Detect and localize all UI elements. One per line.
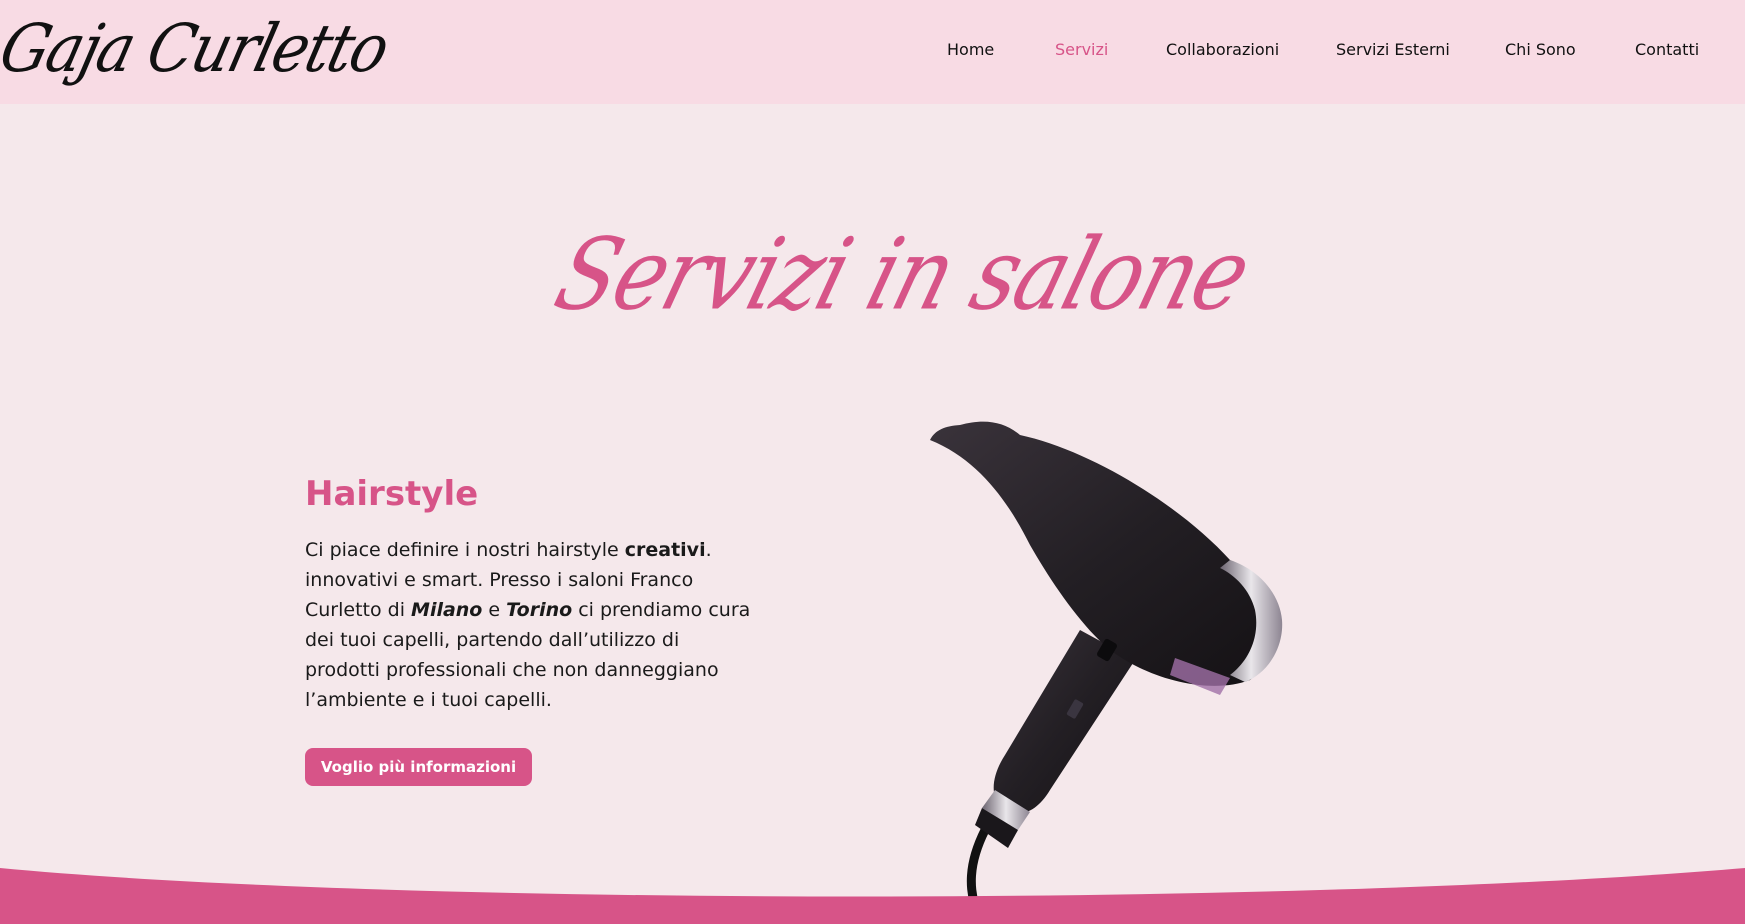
page-title-text: Servizi in salone (543, 217, 1261, 333)
more-info-button[interactable]: Voglio più informazioni (305, 748, 532, 786)
handle (993, 630, 1135, 814)
nav-collaborazioni[interactable]: Collaborazioni (1166, 40, 1279, 59)
desc-bold-torino: Torino (506, 599, 573, 621)
wave-shape (0, 868, 1745, 924)
bottom-wave (0, 868, 1745, 924)
desc-part-1: Ci piace definire i nostri hairstyle (305, 539, 625, 561)
desc-bold-milano: Milano (411, 599, 483, 621)
site-header: Gaja Curletto Home Servizi Collaborazion… (0, 0, 1745, 104)
nav-contatti[interactable]: Contatti (1635, 40, 1699, 59)
desc-bold-creativi: creativi (624, 539, 706, 561)
nav-servizi-esterni[interactable]: Servizi Esterni (1336, 40, 1450, 59)
hair-dryer-icon (930, 421, 1283, 924)
page-title: Servizi in salone (544, 200, 1261, 360)
desc-part-3: e (482, 599, 507, 621)
service-title: Hairstyle (305, 474, 479, 514)
main-nav: Home Servizi Collaborazioni Servizi Este… (0, 40, 1745, 64)
nav-chi-sono[interactable]: Chi Sono (1505, 40, 1576, 59)
service-description: Ci piace definire i nostri hairstyle cre… (305, 535, 755, 715)
nav-servizi[interactable]: Servizi (1055, 40, 1108, 59)
nav-home[interactable]: Home (947, 40, 994, 59)
